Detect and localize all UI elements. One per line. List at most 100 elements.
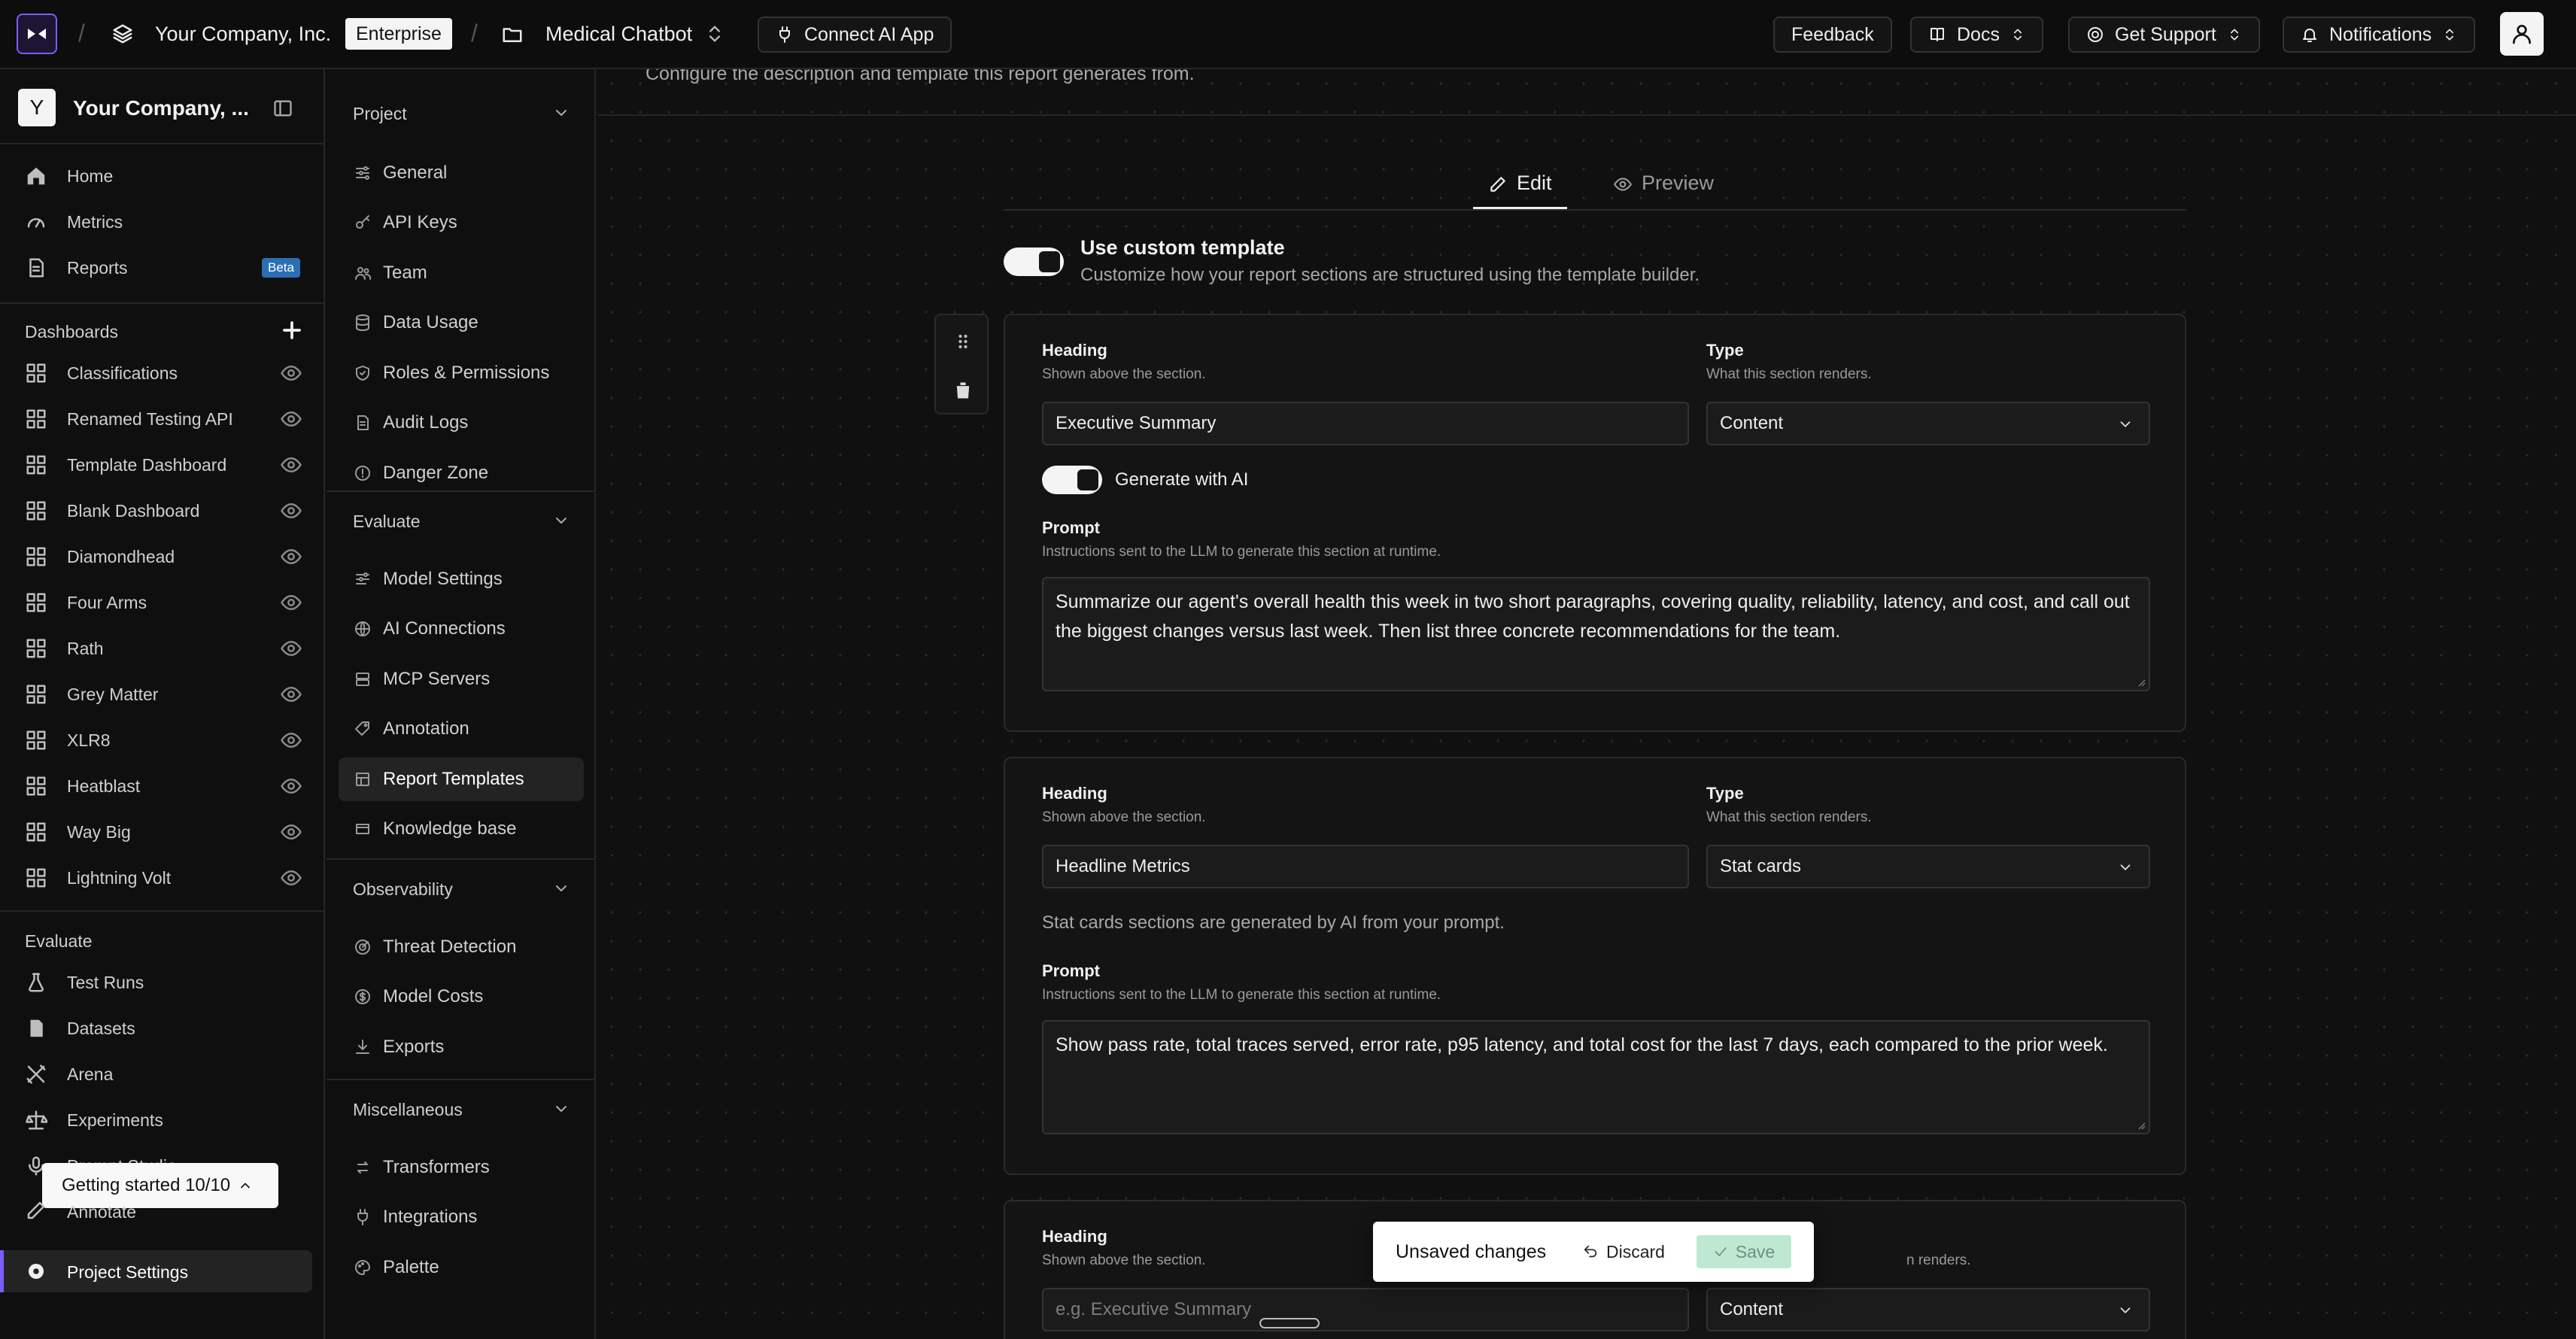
type-select[interactable]: Stat cards [1706,845,2150,888]
user-avatar[interactable] [2500,12,2544,56]
settings-group-heading[interactable]: Observability [353,879,453,900]
settings-group-heading[interactable]: Project [353,104,407,124]
settings-nav-item[interactable]: Model Costs [339,975,584,1019]
settings-group-heading[interactable]: Evaluate [353,512,421,532]
tab-preview[interactable]: Preview [1598,172,1729,209]
sidebar-item-test-runs[interactable]: Test Runs [0,961,325,1003]
eye-icon[interactable] [280,729,302,751]
app-logo[interactable] [17,14,57,54]
heading-input[interactable]: e.g. Executive Summary [1042,1288,1689,1331]
settings-group-heading[interactable]: Miscellaneous [353,1100,463,1120]
settings-nav-item[interactable]: Model Settings [339,557,584,601]
sidebar-toggle-icon[interactable] [272,98,293,119]
sidebar-item-reports[interactable]: Reports Beta [0,247,325,289]
resize-grip-icon[interactable] [2135,1119,2146,1130]
sidebar-item-datasets[interactable]: Datasets [0,1007,325,1049]
settings-nav-item[interactable]: Threat Detection [339,925,584,969]
dashboard-item[interactable]: Diamondhead [0,536,325,578]
sidebar-item-home[interactable]: Home [0,155,325,197]
notifications-button[interactable]: Notifications [2283,17,2476,53]
dashboard-item-label: Grey Matter [67,684,159,704]
eye-icon[interactable] [280,867,302,889]
sidebar-item-arena[interactable]: Arena [0,1053,325,1095]
dashboard-item[interactable]: Rath [0,627,325,670]
discard-button[interactable]: Discard [1575,1235,1672,1268]
type-select[interactable]: Content [1706,1288,2150,1331]
custom-template-toggle[interactable] [1004,247,1064,276]
settings-nav-label: Report Templates [383,769,524,789]
generate-ai-toggle[interactable] [1042,466,1102,494]
dashboard-item[interactable]: Grey Matter [0,673,325,715]
add-dashboard-icon[interactable] [281,319,303,342]
scroll-indicator[interactable] [1259,1318,1320,1328]
settings-nav-item[interactable]: API Keys [339,201,584,244]
eye-icon[interactable] [280,591,302,614]
prompt-textarea[interactable]: Summarize our agent's overall health thi… [1042,577,2150,691]
settings-nav-item[interactable]: AI Connections [339,607,584,651]
dashboard-item[interactable]: Renamed Testing API [0,398,325,440]
dashboard-item[interactable]: Classifications [0,352,325,394]
chevron-updown-icon[interactable] [704,23,725,45]
settings-nav-item[interactable]: General [339,151,584,195]
sidebar-item-experiments[interactable]: Experiments [0,1099,325,1141]
eye-icon[interactable] [280,545,302,568]
chevron-updown-icon [2230,29,2238,41]
dashboard-item[interactable]: Template Dashboard [0,444,325,486]
settings-item-icon [355,466,370,481]
settings-nav-item[interactable]: Roles & Permissions [339,351,584,395]
settings-nav-item[interactable]: Integrations [339,1195,584,1239]
eye-icon[interactable] [280,408,302,430]
home-icon [27,167,45,185]
dashboard-item[interactable]: Heatblast [0,765,325,807]
eye-icon[interactable] [280,362,302,384]
settings-nav-item[interactable]: MCP Servers [339,657,584,701]
workspace-switcher[interactable]: Y Your Company, ... [18,89,266,128]
settings-item-icon [355,1260,370,1275]
eye-icon[interactable] [280,683,302,706]
annotate-row[interactable]: Annotate [0,1190,325,1232]
dashboard-item[interactable]: Blank Dashboard [0,490,325,532]
settings-nav-item[interactable]: Knowledge base [339,807,584,851]
eye-icon[interactable] [280,821,302,843]
type-select[interactable]: Content [1706,402,2150,445]
tab-edit[interactable]: Edit [1473,172,1567,209]
settings-nav-item[interactable]: Team [339,251,584,295]
settings-nav-item[interactable]: Danger Zone [339,451,584,495]
connect-ai-app-button[interactable]: Connect AI App [758,17,952,53]
dashboard-item[interactable]: Lightning Volt [0,857,325,899]
chevron-down-icon[interactable] [552,1100,570,1118]
settings-nav-item[interactable]: Exports [339,1025,584,1069]
docs-button[interactable]: Docs [1910,17,2043,53]
eye-icon[interactable] [280,499,302,522]
settings-nav-item[interactable]: Data Usage [339,301,584,345]
sidebar-item-project-settings[interactable]: Project Settings [0,1250,312,1292]
resize-grip-icon[interactable] [2135,676,2146,687]
prompt-textarea[interactable]: Show pass rate, total traces served, err… [1042,1020,2150,1134]
drag-handle-icon[interactable] [952,330,974,353]
eye-icon[interactable] [280,454,302,476]
heading-input[interactable]: Headline Metrics [1042,845,1689,888]
chevron-down-icon[interactable] [552,512,570,530]
dashboard-item[interactable]: Way Big [0,811,325,853]
chevron-down-icon[interactable] [552,104,570,122]
heading-input[interactable]: Executive Summary [1042,402,1689,445]
chevron-down-icon[interactable] [552,879,570,897]
settings-nav-item[interactable]: Report Templates [339,758,584,801]
project-name[interactable]: Medical Chatbot [545,23,692,46]
eye-icon[interactable] [280,637,302,660]
eye-icon[interactable] [280,775,302,797]
user-icon [2513,25,2531,44]
settings-nav-item[interactable]: Audit Logs [339,401,584,445]
trash-icon[interactable] [952,380,974,401]
company-name[interactable]: Your Company, Inc. [155,23,331,46]
settings-nav-item[interactable]: Transformers [339,1146,584,1189]
chevron-updown-icon [2446,29,2454,41]
feedback-button[interactable]: Feedback [1773,17,1892,53]
dashboard-item[interactable]: XLR8 [0,719,325,761]
save-button[interactable]: Save [1697,1235,1791,1268]
settings-nav-item[interactable]: Annotation [339,707,584,751]
settings-nav-item[interactable]: Palette [339,1246,584,1289]
sidebar-item-metrics[interactable]: Metrics [0,201,325,243]
dashboard-item[interactable]: Four Arms [0,581,325,624]
get-support-button[interactable]: Get Support [2068,17,2260,53]
